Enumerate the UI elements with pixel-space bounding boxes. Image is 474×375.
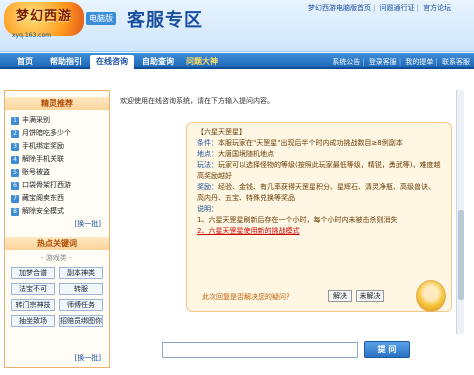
top-link-forum[interactable]: 官方论坛 (423, 4, 451, 12)
sidebar-item[interactable]: 6 口袋骨架打西游 (11, 180, 71, 191)
top-link-passport[interactable]: 问题通行证 (380, 4, 415, 12)
main-nav: 首页 帮助指引 在线咨询 自助查询 问题大神 系统公告 | 登录客服 | 我的提单 |… (0, 53, 474, 69)
feedback-question: 此次回复是否解决您的疑问？ (202, 293, 293, 301)
sidebar-item[interactable]: 4 解除手机关联 (11, 154, 64, 165)
recommend-title: 精灵推荐 (5, 97, 109, 110)
question-input[interactable] (162, 342, 358, 358)
sidebar-item[interactable]: 7 藏宝阁卖东西 (11, 193, 64, 204)
swap-batch-link[interactable]: [换一批] (75, 219, 101, 229)
tab-home[interactable]: 首页 (8, 55, 42, 69)
welcome-message: 欢迎使用在线咨询系统，请在下方输入提问内容。 (120, 97, 274, 105)
chat-area: 欢迎使用在线咨询系统，请在下方输入提问内容。 【六星天罡星】 条件：本服玩家在"… (116, 90, 468, 368)
logo-url: xyq.163.com (12, 32, 51, 39)
sidebar: 精灵推荐 1 丰满采别 2 月饼暗吃多少个 3 手机绑定奖励 4 解除手机关联 5 账号被… (4, 90, 110, 368)
top-links: 梦幻西游电脑版首页 | 问题通行证 | 官方论坛 (308, 4, 452, 12)
right-nav: 系统公告 | 登录客服 | 我的提单 | 联系客服 (332, 58, 470, 66)
answer-note-link[interactable]: 2、六星天罡星使用新的挑战模式 (197, 226, 441, 237)
top-link-home[interactable]: 梦幻西游电脑版首页 (308, 4, 371, 12)
rnav-contact[interactable]: 联系客服 (442, 58, 470, 66)
hot-keywords-subtitle: - 游戏类 - (41, 254, 72, 262)
sidebar-item[interactable]: 3 手机绑定奖励 (11, 141, 64, 152)
keyword-button[interactable]: 副本神类 (59, 267, 103, 279)
keyword-button[interactable]: 师傅任务 (59, 299, 103, 311)
keyword-button[interactable]: 转服 (59, 283, 103, 295)
rnav-login[interactable]: 登录客服 (369, 58, 397, 66)
sidebar-item[interactable]: 8 解除安全模式 (11, 206, 64, 217)
answer-line: 地点：大唐国境随机地点 (197, 150, 274, 158)
swap-keywords-link[interactable]: [换一批] (75, 353, 101, 363)
platform-badge: 电脑版 (86, 12, 116, 25)
game-logo[interactable]: 梦幻西游 (4, 2, 84, 36)
chat-scrollbar[interactable] (456, 90, 464, 334)
sidebar-item[interactable]: 5 账号被盗 (11, 167, 50, 178)
rnav-my-tickets[interactable]: 我的提单 (405, 58, 433, 66)
header: 梦幻西游 xyq.163.com 电脑版 客服专区 梦幻西游电脑版首页 | 问题通… (0, 0, 474, 52)
keyword-button[interactable]: 加梦合谱 (11, 267, 55, 279)
logo-text: 梦幻西游 (15, 9, 72, 24)
assistant-avatar (416, 280, 446, 312)
answer-line: 条件：本服玩家在"天罡星"出现后半个时内成功挑战数目≥8例副本 (197, 139, 403, 147)
unsolved-button[interactable]: 未解决 (356, 290, 384, 302)
scrollbar-thumb[interactable] (458, 210, 464, 300)
answer-line: 说明： (197, 205, 218, 213)
rnav-announcement[interactable]: 系统公告 (332, 58, 360, 66)
tab-help[interactable]: 帮助指引 (46, 55, 86, 69)
tab-online-consult[interactable]: 在线咨询 (90, 55, 134, 69)
sidebar-item[interactable]: 1 丰满采别 (11, 115, 50, 126)
hot-keywords-title: 热点关键词 (5, 237, 109, 250)
answer-heading: 【六星天罡星】 (197, 128, 246, 136)
solved-button[interactable]: 解决 (328, 290, 352, 302)
page-title: 客服专区 (127, 10, 203, 31)
answer-line: 玩法：玩家可以选择怪物的等级(按照此玩家最低等级，精锐，勇武等)，难度越高奖励越… (197, 161, 441, 180)
keyword-button[interactable]: 招赔员绑图你 (59, 315, 103, 327)
keyword-button[interactable]: 法宝不可 (11, 283, 55, 295)
answer-bubble: 【六星天罡星】 条件：本服玩家在"天罡星"出现后半个时内成功挑战数目≥8例副本 … (186, 122, 452, 312)
answer-note: 1、六星天罡星刷新后存在一个小时，每个小时内未被击杀则消失 (197, 216, 398, 224)
keyword-button[interactable]: 抽坐致场 (11, 315, 55, 327)
tab-self-query[interactable]: 自助查询 (138, 55, 178, 69)
ask-button[interactable]: 提 问 (364, 341, 410, 358)
tab-question-master[interactable]: 问题大神 (182, 55, 222, 69)
sidebar-item[interactable]: 2 月饼暗吃多少个 (11, 128, 71, 139)
answer-line: 奖励：经验、金钱、有几率获得天罡星积分、星辉石、清灵净瓶、高级兽诀、高内丹、五宝… (197, 183, 435, 202)
keyword-button[interactable]: 转门宗神技 (11, 299, 55, 311)
